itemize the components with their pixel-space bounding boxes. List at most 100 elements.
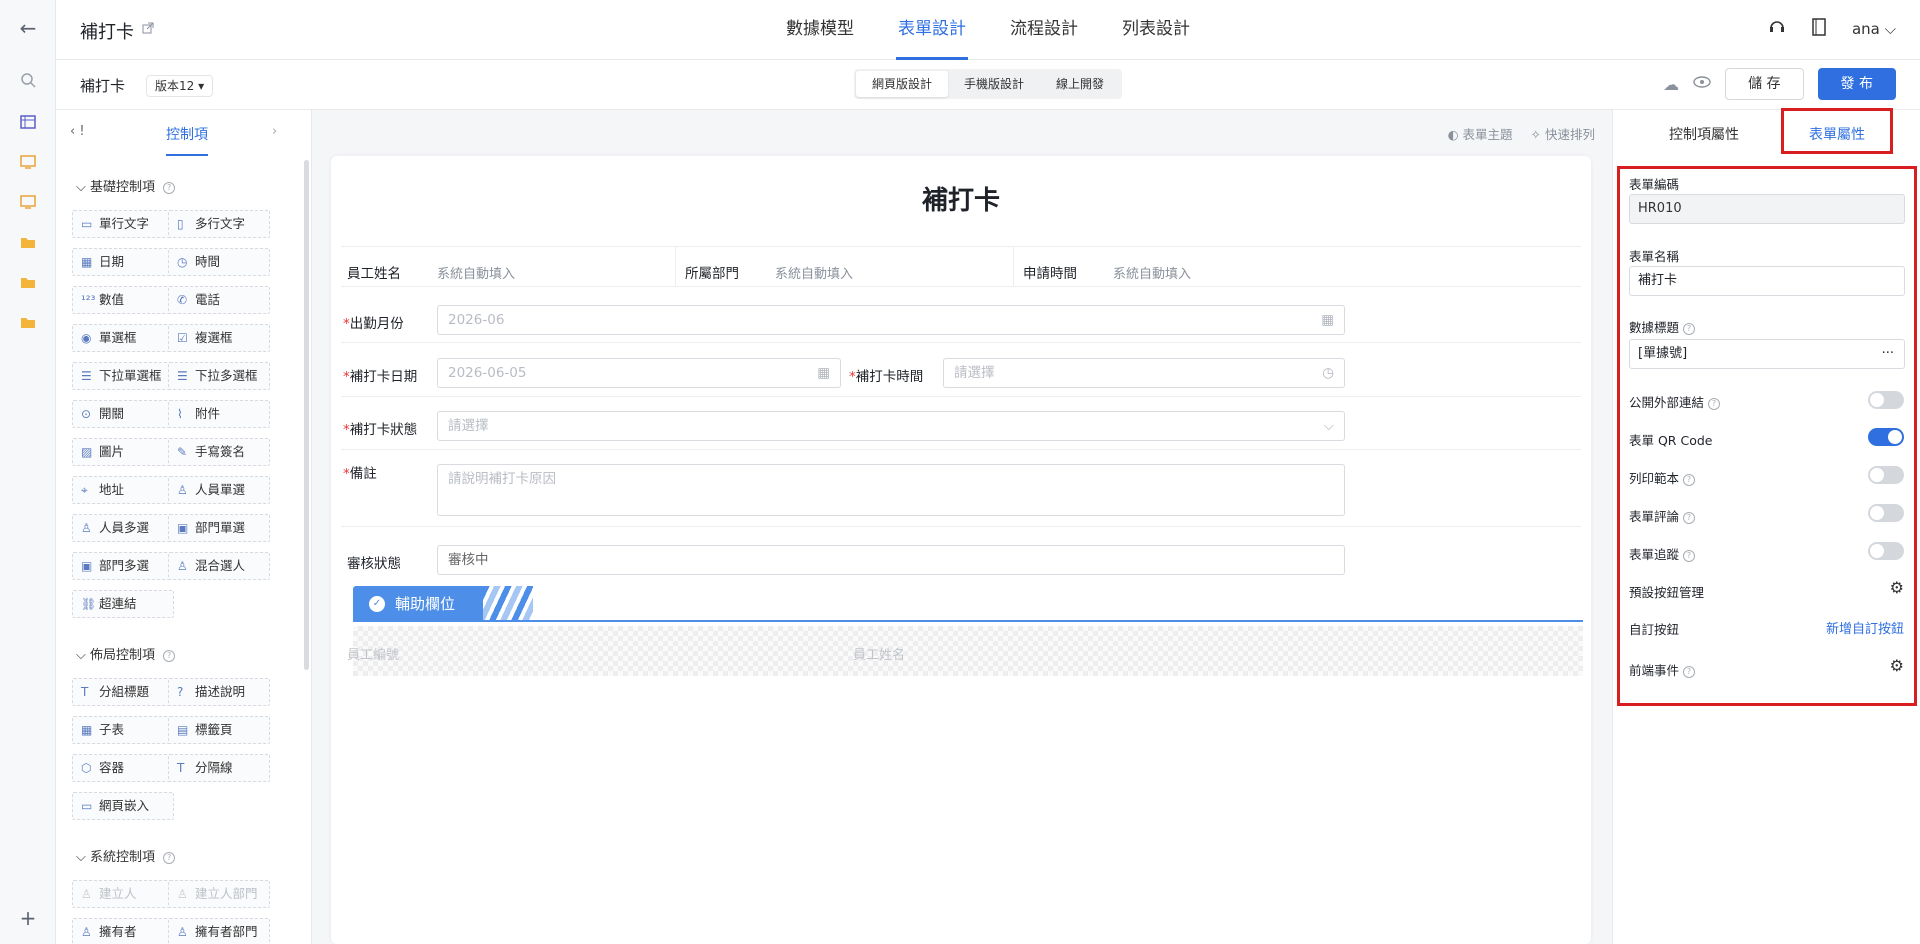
gear-icon[interactable]: ⚙ — [1890, 656, 1904, 675]
mode-web[interactable]: 網頁版設計 — [856, 71, 949, 97]
palette-item[interactable]: ♙ 人員單選 — [168, 476, 270, 504]
control-icon: ♙ — [177, 483, 188, 497]
palette-icon: ◐ — [1447, 127, 1459, 142]
palette-item[interactable]: ♙ 擁有者部門 — [168, 918, 270, 944]
palette-item[interactable]: ✆ 電話 — [168, 286, 270, 314]
section-basic-controls[interactable]: ⌵ 基礎控制項 ? — [76, 176, 176, 195]
palette-item[interactable]: ▭ 網頁嵌入 — [72, 792, 174, 820]
palette-item[interactable]: ▣ 部門單選 — [168, 514, 270, 542]
section-system-controls[interactable]: ⌵ 系統控制項 ? — [76, 846, 176, 865]
palette-item[interactable]: ⛓ 超連結 — [72, 590, 174, 618]
form-code-field[interactable]: HR010 — [1629, 194, 1905, 224]
note-label: *備註 — [343, 466, 377, 482]
monitor-icon[interactable] — [18, 192, 38, 212]
folder-icon[interactable] — [18, 272, 38, 292]
chevron-down-icon: ⌵ — [1323, 418, 1334, 434]
external-link-icon[interactable] — [142, 22, 154, 38]
save-button[interactable]: 儲 存 — [1725, 68, 1804, 100]
form-theme-button[interactable]: ◐ 表單主題 — [1448, 124, 1513, 143]
aux-section-title: 輔助欄位 — [395, 595, 456, 613]
form-name-field[interactable]: 補打卡 — [1629, 266, 1905, 296]
help-icon: ? — [1683, 511, 1696, 524]
section-layout-controls[interactable]: ⌵ 佈局控制項 ? — [76, 644, 176, 663]
toggle-tracking[interactable] — [1868, 542, 1904, 560]
palette-item[interactable]: ♙ 人員多選 — [72, 514, 174, 542]
palette-item[interactable]: ♙ 建立人部門 — [168, 880, 270, 908]
tab-control-properties[interactable]: 控制項屬性 — [1669, 124, 1739, 144]
support-icon[interactable] — [1768, 18, 1786, 40]
palette-item[interactable]: ☰ 下拉多選框 — [168, 362, 270, 390]
palette-item[interactable]: ▨ 圖片 — [72, 438, 174, 466]
palette-item[interactable]: ♙ 混合選人 — [168, 552, 270, 580]
palette-item[interactable]: T 分隔線 — [168, 754, 270, 782]
toggle-public-link[interactable] — [1868, 391, 1904, 409]
preview-eye-icon[interactable] — [1693, 76, 1711, 92]
data-title-field[interactable]: [單據號] ··· — [1629, 339, 1905, 369]
folder-icon[interactable] — [18, 312, 38, 332]
palette-item[interactable]: ☑ 複選框 — [168, 324, 270, 352]
palette-item[interactable]: ✎ 手寫簽名 — [168, 438, 270, 466]
punch-date-field[interactable]: 2026-06-05 ▦ — [437, 358, 841, 388]
publish-button[interactable]: 發 布 — [1817, 68, 1896, 100]
palette-item[interactable]: ⌖ 地址 — [72, 476, 174, 504]
user-menu[interactable]: ana ⌵ — [1852, 20, 1896, 38]
tab-list-design[interactable]: 列表設計 — [1120, 0, 1192, 60]
punch-time-field[interactable]: 請選擇 ◷ — [943, 358, 1345, 388]
form-theme-label: 表單主題 — [1462, 127, 1513, 142]
palette-item[interactable]: ▯ 多行文字 — [168, 210, 270, 238]
tab-flow-design[interactable]: 流程設計 — [1008, 0, 1080, 60]
palette-item[interactable]: ◷ 時間 — [168, 248, 270, 276]
gear-icon[interactable]: ⚙ — [1890, 578, 1904, 597]
list-icon[interactable] — [18, 112, 38, 132]
toggle-comments[interactable] — [1868, 504, 1904, 522]
tab-form-design[interactable]: 表單設計 — [896, 0, 968, 60]
month-field[interactable]: 2026-06 ▦ — [437, 305, 1345, 335]
palette-item[interactable]: ◉ 單選框 — [72, 324, 174, 352]
version-select[interactable]: 版本12 ▾ — [146, 75, 214, 97]
palette-item[interactable]: ☰ 下拉單選框 — [72, 362, 174, 390]
quick-arrange-button[interactable]: ✧ 快速排列 — [1531, 124, 1595, 143]
review-status-field[interactable]: 審核中 — [437, 545, 1345, 575]
palette-item[interactable]: ¹²³ 數值 — [72, 286, 174, 314]
control-icon: ▣ — [81, 559, 93, 573]
add-icon[interactable]: + — [18, 906, 38, 930]
toggle-print-template[interactable] — [1868, 466, 1904, 484]
palette-item[interactable]: ▣ 部門多選 — [72, 552, 174, 580]
toggle-qr-code[interactable] — [1868, 428, 1904, 446]
palette-item[interactable]: ▦ 日期 — [72, 248, 174, 276]
custom-button-label: 自訂按鈕 — [1629, 622, 1680, 637]
palette-item[interactable]: ▤ 標籤頁 — [168, 716, 270, 744]
chevron-right-icon[interactable]: › — [272, 124, 277, 139]
palette-item[interactable]: ▦ 子表 — [72, 716, 174, 744]
folder-icon[interactable] — [18, 232, 38, 252]
toggle-label-print-template: 列印範本? — [1629, 468, 1696, 487]
aux-section-header[interactable]: ✓ 輔助欄位 — [353, 586, 485, 622]
search-icon[interactable] — [18, 70, 38, 90]
mode-mobile[interactable]: 手機版設計 — [948, 71, 1040, 97]
punch-status-select[interactable]: 請選擇 ⌵ — [437, 411, 1345, 441]
help-icon: ? — [163, 181, 176, 194]
add-custom-button-link[interactable]: 新增自訂按鈕 — [1826, 618, 1904, 637]
help-icon: ? — [163, 851, 176, 864]
tab-controls[interactable]: 控制項 — [166, 124, 208, 156]
palette-item[interactable]: ⌇ 附件 — [168, 400, 270, 428]
mode-online-dev[interactable]: 線上開發 — [1040, 71, 1120, 97]
chevron-left-icon[interactable]: ‹ ! — [70, 124, 85, 139]
cloud-upload-icon[interactable]: ☁ — [1663, 75, 1679, 94]
department-label: 所屬部門 — [685, 266, 739, 282]
palette-item[interactable]: ▭ 單行文字 — [72, 210, 174, 238]
frontend-event-label: 前端事件? — [1629, 660, 1696, 679]
palette-item[interactable]: T 分組標題 — [72, 678, 174, 706]
book-icon[interactable] — [1812, 18, 1826, 40]
palette-item[interactable]: ? 描述說明 — [168, 678, 270, 706]
palette-item[interactable]: ⊙ 開關 — [72, 400, 174, 428]
tab-data-model[interactable]: 數據模型 — [784, 0, 856, 60]
back-arrow-icon[interactable]: ← — [18, 16, 38, 40]
palette-scrollbar[interactable] — [304, 160, 309, 670]
note-textarea[interactable]: 請說明補打卡原因 — [437, 464, 1345, 516]
form-name-label: 表單名稱 — [1629, 249, 1680, 264]
monitor-icon[interactable] — [18, 152, 38, 172]
palette-item[interactable]: ♙ 建立人 — [72, 880, 174, 908]
palette-item[interactable]: ⬡ 容器 — [72, 754, 174, 782]
palette-item[interactable]: ♙ 擁有者 — [72, 918, 174, 944]
